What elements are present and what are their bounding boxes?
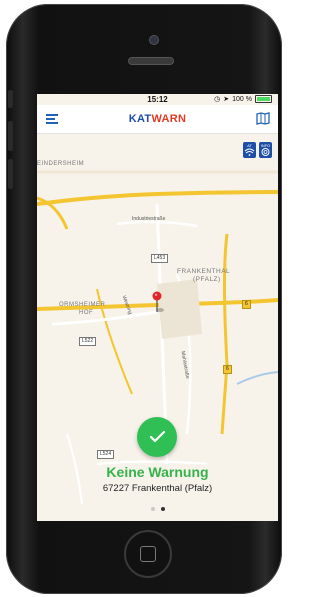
road-sign-a6-south: 6 bbox=[223, 365, 232, 374]
app-title-warn: WARN bbox=[151, 113, 187, 125]
warning-status-title: Keine Warnung bbox=[106, 464, 209, 480]
place-label-eindersheim: EINDERSHEIM bbox=[37, 161, 85, 167]
road-sign-l453: L453 bbox=[151, 254, 169, 263]
app-screen: 15:12 ◷ ➤ 100 % KATWARN EINDERSHEIM Indu… bbox=[37, 94, 278, 521]
front-camera bbox=[149, 35, 159, 45]
mute-switch bbox=[8, 90, 13, 108]
volume-up-button bbox=[8, 121, 13, 151]
place-label-ormsheimer: ORMSHEIMER bbox=[59, 302, 106, 308]
spiral-icon bbox=[261, 148, 270, 156]
volume-down-button bbox=[8, 159, 13, 189]
road-sign-l524: L524 bbox=[97, 450, 115, 459]
status-indicators: ◷ ➤ 100 % bbox=[214, 95, 272, 103]
map-book-icon[interactable] bbox=[256, 112, 270, 125]
map-view[interactable] bbox=[37, 134, 278, 521]
warning-location: 67227 Frankenthal (Pfalz) bbox=[102, 483, 213, 494]
page-dot-2[interactable] bbox=[160, 507, 165, 511]
street-label-industriestrasse: Industriestraße bbox=[132, 216, 166, 222]
road-sign-l522: L522 bbox=[79, 337, 97, 346]
road-sign-a6-east: 6 bbox=[242, 300, 251, 309]
earpiece-speaker bbox=[128, 57, 174, 65]
status-bar: 15:12 ◷ ➤ 100 % bbox=[37, 94, 278, 105]
place-label-frankenthal: FRANKENTHAL bbox=[177, 268, 231, 275]
app-title-kat: KAT bbox=[128, 113, 152, 125]
place-label-hof: HOF bbox=[79, 310, 94, 316]
location-pin-icon[interactable] bbox=[151, 290, 167, 318]
location-arrow-icon: ➤ bbox=[223, 96, 230, 103]
wifi-icon bbox=[244, 148, 255, 156]
place-label-pfalz: (PFALZ) bbox=[193, 276, 221, 283]
alarm-icon: ◷ bbox=[214, 96, 221, 103]
wifi-alert-badge[interactable]: AT bbox=[243, 142, 256, 158]
checkmark-icon bbox=[149, 430, 166, 443]
nav-bar: KATWARN bbox=[37, 105, 278, 134]
battery-icon bbox=[255, 95, 272, 103]
no-warning-status-button[interactable] bbox=[137, 417, 177, 457]
home-button[interactable] bbox=[124, 530, 172, 578]
page-dot-1[interactable] bbox=[150, 507, 155, 511]
battery-percent: 100 % bbox=[232, 95, 252, 103]
page-indicator[interactable] bbox=[37, 507, 278, 511]
info-badge[interactable]: INFO bbox=[259, 142, 272, 158]
phone-frame: 15:12 ◷ ➤ 100 % KATWARN EINDERSHEIM Indu… bbox=[6, 4, 282, 594]
app-title: KATWARN bbox=[37, 113, 278, 125]
